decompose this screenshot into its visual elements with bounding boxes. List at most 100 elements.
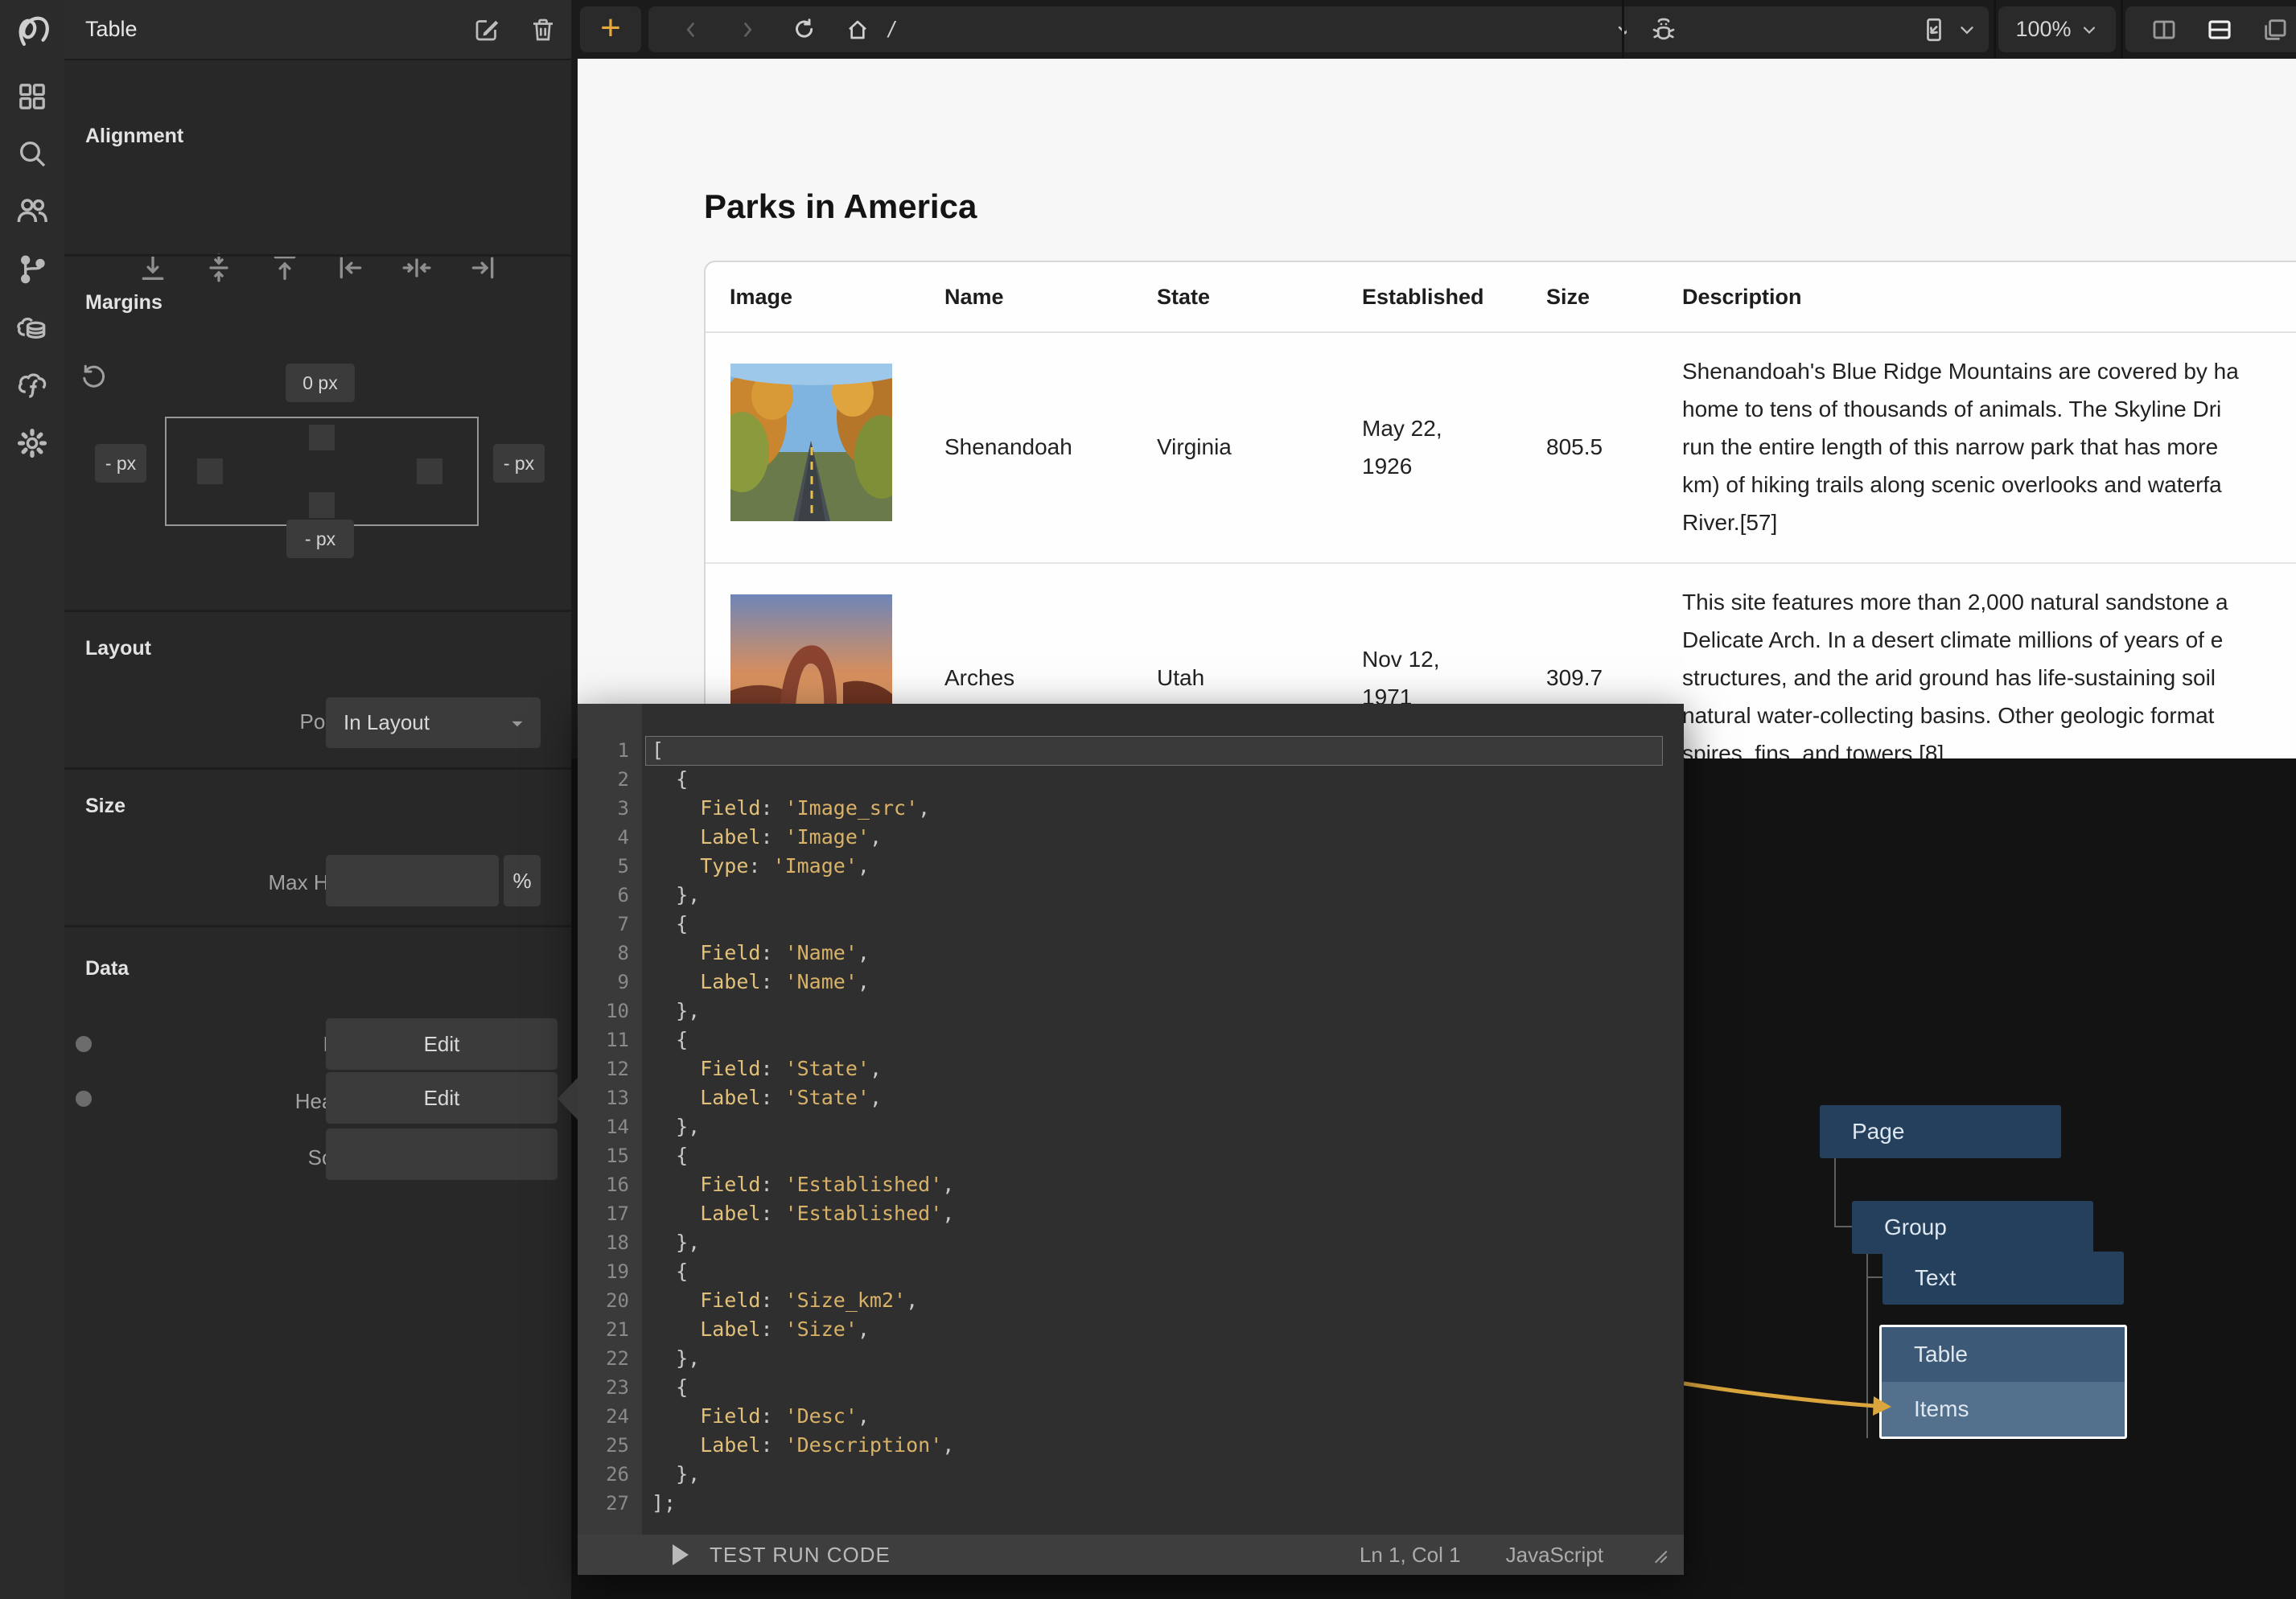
node-table-items-port[interactable]: Items [1882, 1382, 2125, 1437]
code-line[interactable]: }, [642, 1344, 1684, 1373]
debug-icon[interactable] [1649, 15, 1678, 44]
align-vertical-center-icon[interactable] [203, 252, 235, 284]
margin-bottom-value[interactable]: - px [286, 520, 354, 558]
items-edit-button[interactable]: Edit [326, 1018, 558, 1070]
margin-handle-bottom[interactable] [309, 492, 335, 518]
settings-icon[interactable] [0, 417, 64, 469]
properties-panel: Table Alignment [64, 0, 571, 1599]
node-group[interactable]: Group [1852, 1201, 2093, 1254]
test-run-code-button[interactable]: TEST RUN CODE [710, 1543, 891, 1568]
align-horizontal-center-icon[interactable] [401, 252, 433, 284]
margin-handle-left[interactable] [197, 458, 223, 484]
line-number: 15 [578, 1141, 642, 1170]
connection-wire [1684, 1374, 1893, 1430]
code-editor-content[interactable]: [ { Field: 'Image_src', Label: 'Image', … [642, 704, 1684, 1535]
forward-icon[interactable] [735, 18, 759, 42]
code-line[interactable]: ]; [642, 1489, 1684, 1518]
code-line[interactable]: Field: 'Name', [642, 939, 1684, 968]
line-number: 12 [578, 1054, 642, 1083]
size-section-title: Size [85, 795, 125, 818]
code-line[interactable]: Label: 'Description', [642, 1431, 1684, 1460]
margin-handle-top[interactable] [309, 425, 335, 450]
code-string-token: 'Size' [785, 1317, 858, 1341]
chevron-down-icon[interactable] [1957, 19, 1977, 40]
noodl-logo[interactable] [0, 5, 64, 56]
code-line[interactable]: }, [642, 997, 1684, 1026]
align-top-icon[interactable] [269, 252, 301, 284]
code-punct-token: , [870, 1057, 882, 1080]
align-left-icon[interactable] [335, 252, 367, 284]
code-punct-token: { [652, 1028, 688, 1051]
code-string-token: 'Established' [785, 1202, 943, 1225]
code-line[interactable]: Label: 'Image', [642, 823, 1684, 852]
code-line[interactable]: }, [642, 1228, 1684, 1257]
users-icon[interactable] [0, 185, 64, 236]
code-string-token: 'Name' [785, 970, 858, 993]
node-page[interactable]: Page [1820, 1105, 2061, 1158]
margin-top-value[interactable]: 0 px [286, 364, 355, 402]
code-line[interactable]: { [642, 1026, 1684, 1054]
code-line[interactable]: Field: 'State', [642, 1054, 1684, 1083]
refresh-icon[interactable] [792, 17, 817, 43]
code-line[interactable]: [ [642, 736, 1684, 765]
code-line[interactable]: }, [642, 1460, 1684, 1489]
code-line[interactable]: { [642, 910, 1684, 939]
margin-right-value[interactable]: - px [493, 444, 545, 483]
add-component-button[interactable]: + [580, 6, 641, 52]
cloud-data-icon[interactable] [0, 302, 64, 354]
node-label: Page [1852, 1119, 1904, 1145]
code-key-token: Field [652, 1404, 760, 1428]
search-icon[interactable] [0, 128, 64, 179]
workspace-layout-controls [2125, 6, 2296, 52]
code-line[interactable]: }, [642, 881, 1684, 910]
align-bottom-icon[interactable] [137, 252, 169, 284]
resize-grip-icon[interactable] [1648, 1544, 1669, 1565]
node-label: Items [1914, 1396, 1969, 1422]
reset-icon[interactable] [79, 362, 108, 391]
position-dropdown[interactable]: In Layout [326, 697, 541, 748]
line-number: 10 [578, 997, 642, 1026]
node-label: Table [1914, 1342, 1968, 1367]
code-line[interactable]: Field: 'Established', [642, 1170, 1684, 1199]
sorting-input[interactable] [326, 1128, 558, 1180]
code-line[interactable]: }, [642, 1112, 1684, 1141]
margin-handle-right[interactable] [417, 458, 442, 484]
align-right-icon[interactable] [467, 252, 499, 284]
max-height-unit-button[interactable]: % [504, 855, 541, 906]
zoom-control[interactable]: 100% [1998, 6, 2116, 52]
cell-state: Virginia [1157, 331, 1362, 562]
code-punct-token: { [652, 767, 688, 791]
code-line[interactable]: { [642, 1257, 1684, 1286]
trash-icon[interactable] [515, 15, 571, 44]
back-icon[interactable] [679, 18, 703, 42]
split-rows-icon[interactable] [2206, 16, 2233, 43]
node-table-selected[interactable]: Table Items [1879, 1325, 2127, 1439]
edit-icon[interactable] [459, 15, 515, 44]
code-string-token: 'State' [785, 1086, 870, 1109]
code-line[interactable]: Label: 'Size', [642, 1315, 1684, 1344]
code-line[interactable]: Type: 'Image', [642, 852, 1684, 881]
code-line[interactable]: { [642, 765, 1684, 794]
code-line[interactable]: { [642, 1141, 1684, 1170]
node-text[interactable]: Text [1882, 1252, 2124, 1305]
headers-edit-button[interactable]: Edit [326, 1072, 558, 1124]
code-line[interactable]: Label: 'State', [642, 1083, 1684, 1112]
code-line[interactable]: Label: 'Name', [642, 968, 1684, 997]
components-icon[interactable] [0, 71, 64, 122]
line-number: 24 [578, 1402, 642, 1431]
max-height-input[interactable] [326, 855, 499, 906]
cloud-functions-icon[interactable] [0, 359, 64, 410]
code-line[interactable]: Field: 'Size_km2', [642, 1286, 1684, 1315]
version-control-icon[interactable] [0, 244, 64, 295]
home-icon[interactable] [845, 17, 870, 43]
code-line[interactable]: Field: 'Desc', [642, 1402, 1684, 1431]
split-columns-icon[interactable] [2150, 16, 2178, 43]
windows-stack-icon[interactable] [2261, 16, 2289, 43]
code-punct-token: , [858, 941, 870, 964]
code-line[interactable]: Label: 'Established', [642, 1199, 1684, 1228]
url-bar[interactable]: / [825, 6, 1656, 52]
margin-left-value[interactable]: - px [95, 444, 146, 483]
code-line[interactable]: { [642, 1373, 1684, 1402]
viewport-icon[interactable] [1920, 15, 1948, 44]
code-line[interactable]: Field: 'Image_src', [642, 794, 1684, 823]
